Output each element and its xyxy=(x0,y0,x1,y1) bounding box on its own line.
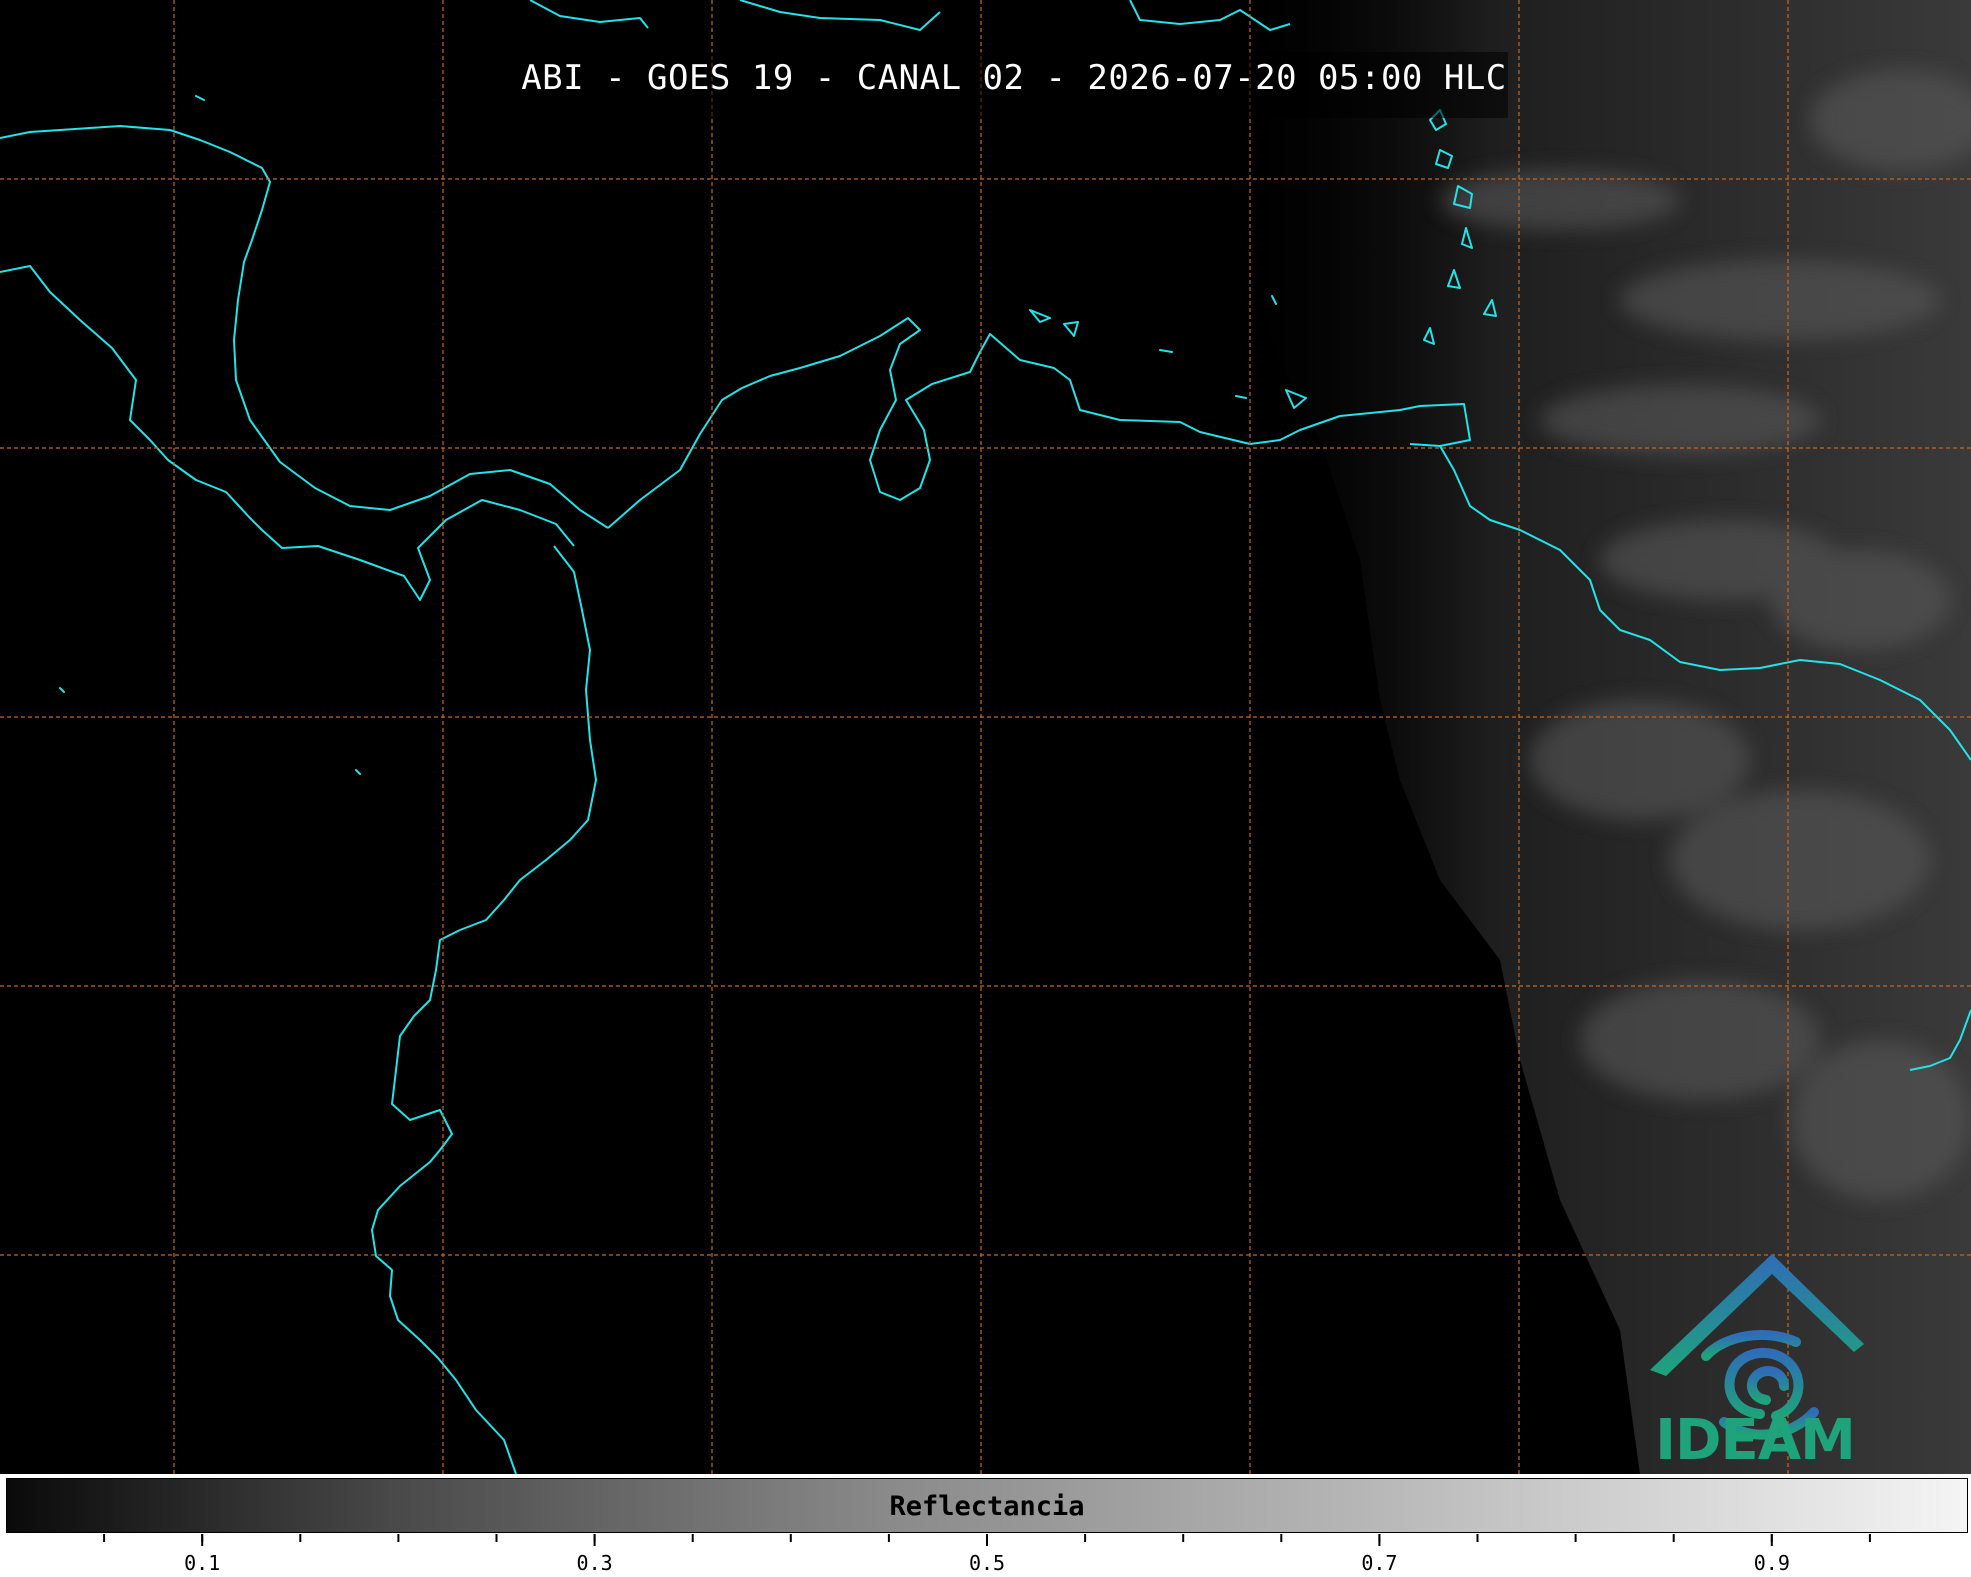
colorbar: Reflectancia 0.1 0.3 0.5 0.7 0.9 xyxy=(0,1474,1971,1577)
title-banner: ABI - GOES 19 - CANAL 02 - 2026-07-20 05… xyxy=(520,52,1508,118)
map-title: ABI - GOES 19 - CANAL 02 - 2026-07-20 05… xyxy=(521,58,1507,98)
colorbar-tick-label: 0.9 xyxy=(1754,1551,1790,1574)
colorbar-tick-label: 0.1 xyxy=(184,1551,220,1574)
colorbar-tick-label: 0.3 xyxy=(577,1551,613,1574)
colorbar-ticks: 0.1 0.3 0.5 0.7 0.9 xyxy=(103,1534,1871,1574)
colorbar-tick-label: 0.7 xyxy=(1361,1551,1397,1574)
colorbar-label: Reflectancia xyxy=(889,1491,1085,1522)
ideam-logo-text: IDEAM xyxy=(1655,1408,1856,1473)
colorbar-gradient: Reflectancia xyxy=(6,1478,1968,1533)
colorbar-tick-label: 0.5 xyxy=(969,1551,1005,1574)
